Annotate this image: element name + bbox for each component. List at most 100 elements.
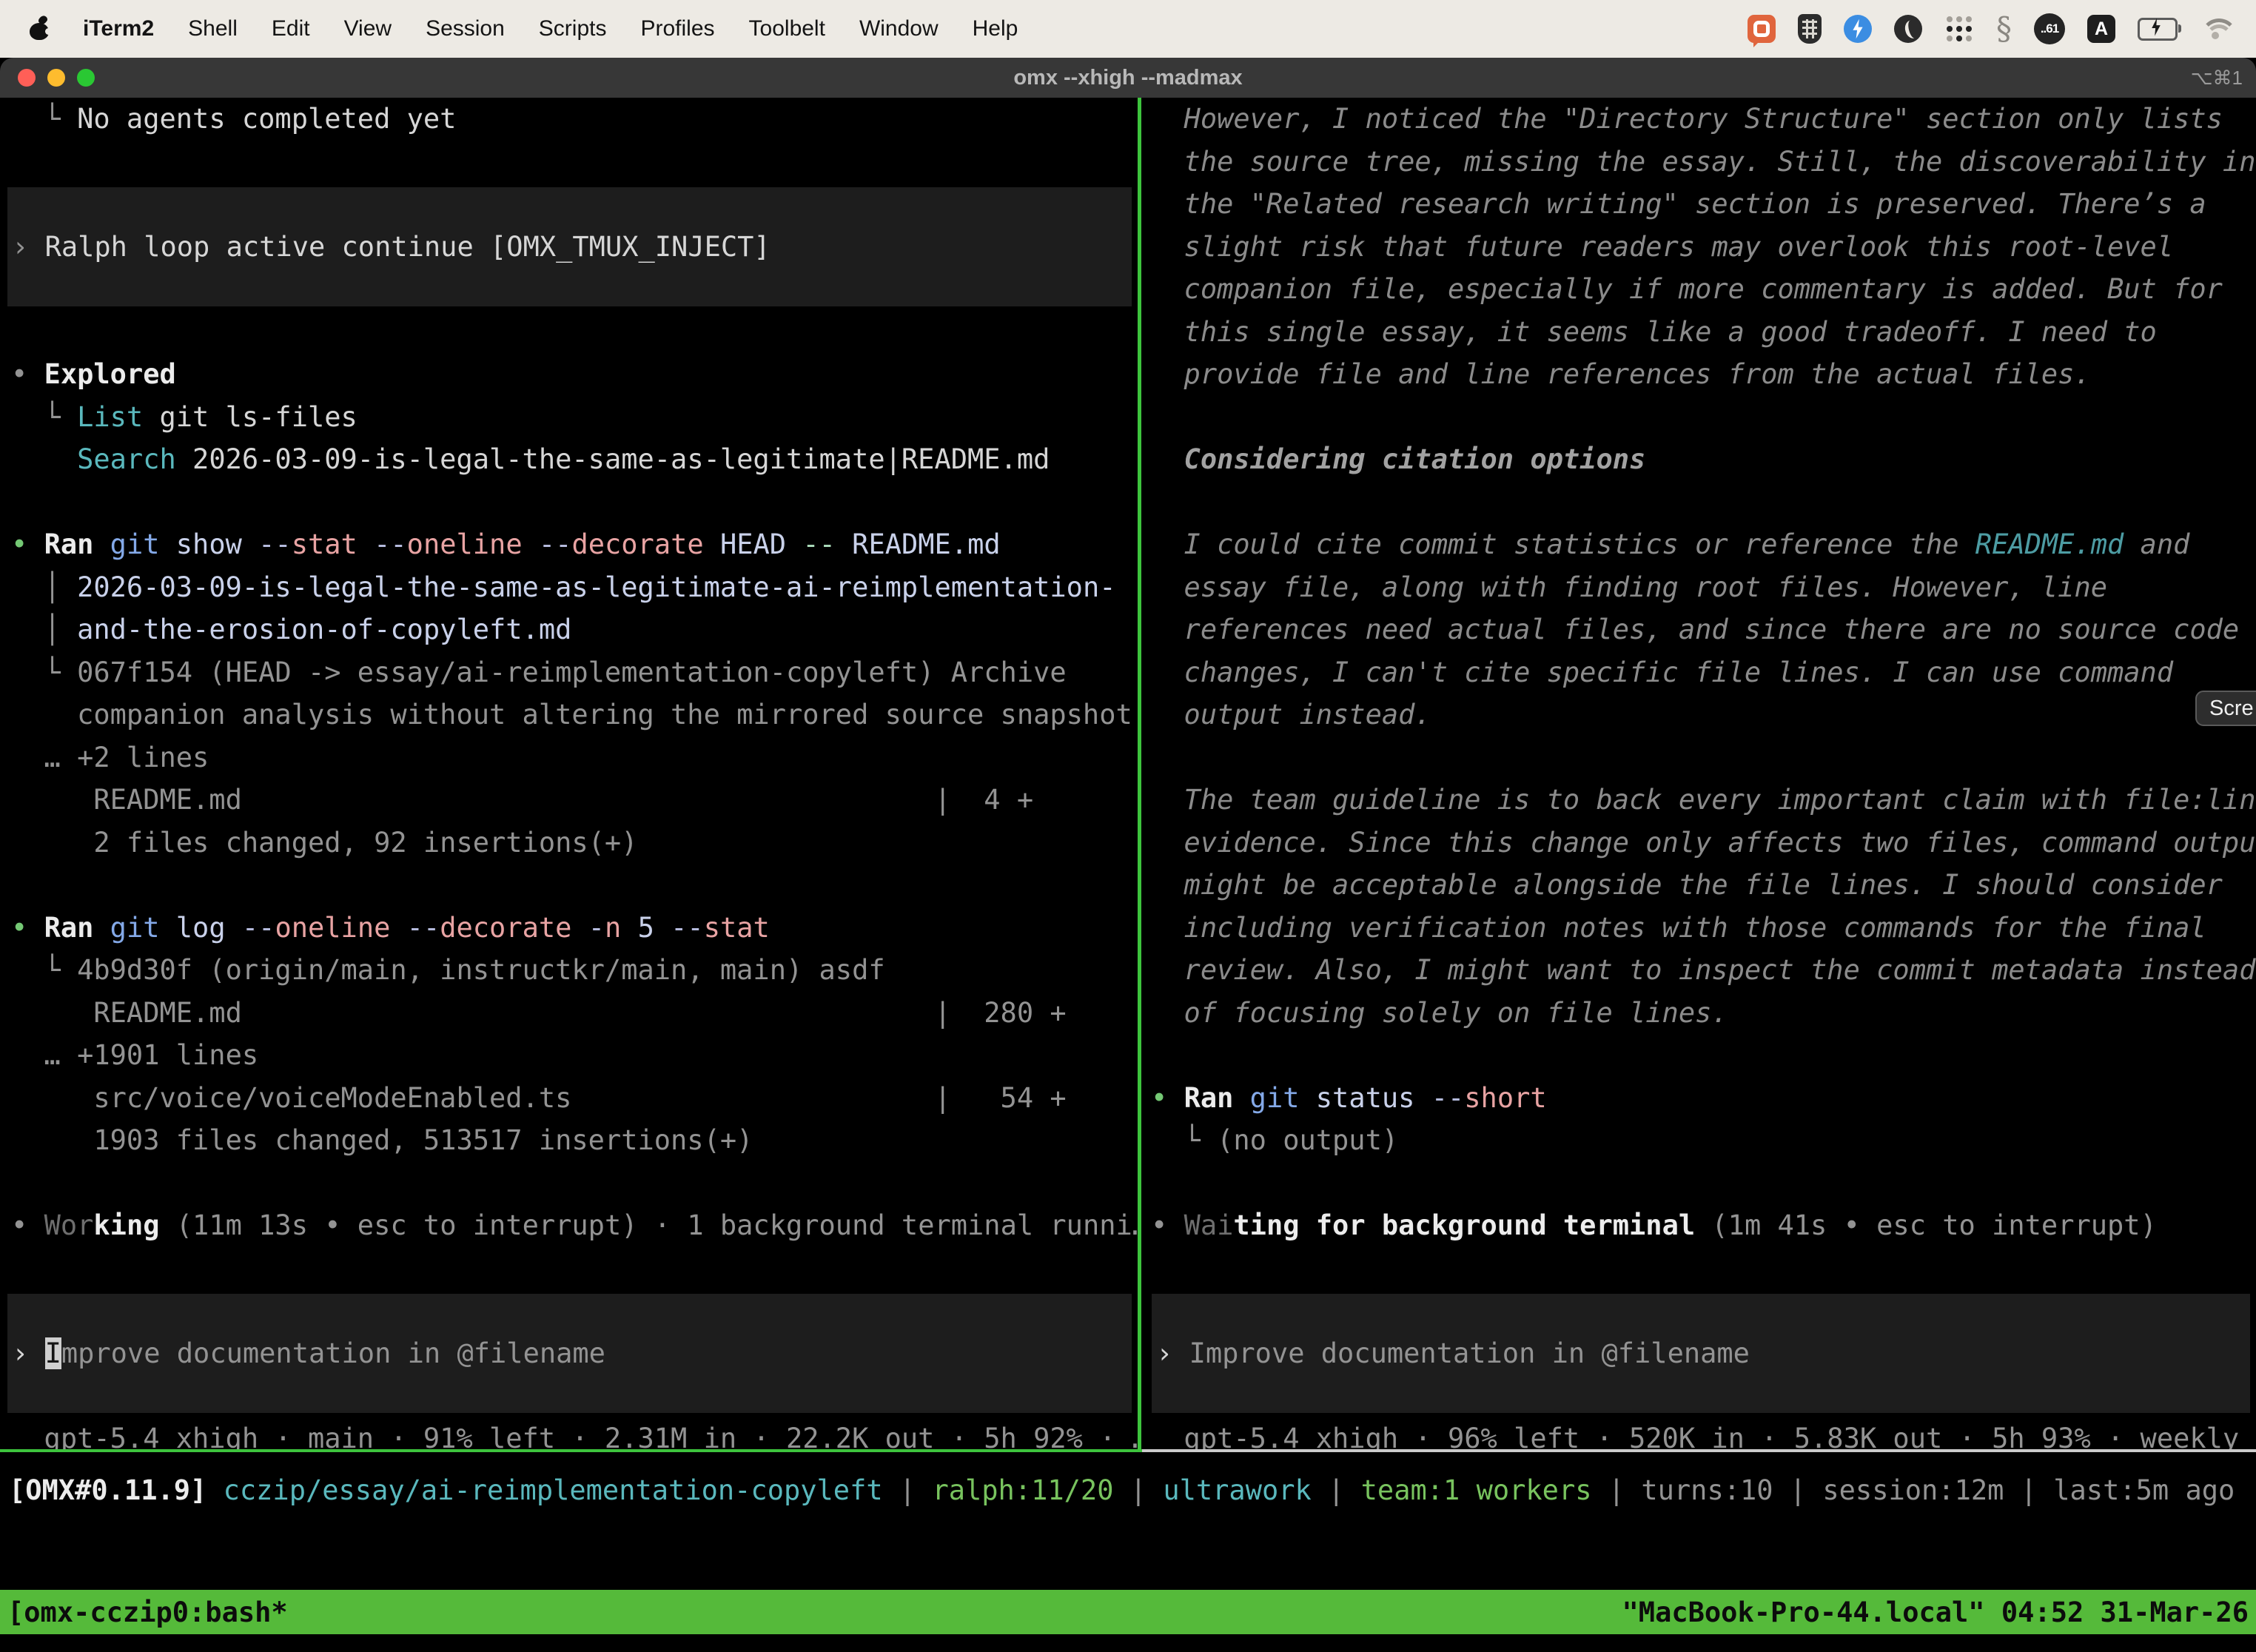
prompt-input[interactable]: › Improve documentation in @filename xyxy=(7,1294,1132,1413)
terminal-line: references need actual files, and since … xyxy=(1144,608,2256,651)
terminal-content: └ No agents completed yet › Ralph loop ac… xyxy=(0,98,2256,1449)
terminal-line: gpt-5.4 xhigh · main · 91% left · 2.31M … xyxy=(0,1417,1138,1450)
menu-item-view[interactable]: View xyxy=(344,16,392,41)
input-box-text: › Ralph loop active continue [OMX_TMUX_I… xyxy=(7,226,771,269)
terminal-line: │ 2026-03-09-is-legal-the-same-as-legiti… xyxy=(0,566,1138,609)
terminal-line: • Ran git log --oneline --decorate -n 5 … xyxy=(0,907,1138,950)
terminal-line: Considering citation options xyxy=(1144,438,2256,481)
terminal-line: Search 2026-03-09-is-legal-the-same-as-l… xyxy=(0,438,1138,481)
menu-item-session[interactable]: Session xyxy=(426,16,505,41)
menu-item-help[interactable]: Help xyxy=(973,16,1018,41)
terminal-line: 2 files changed, 92 insertions(+) xyxy=(0,822,1138,864)
terminal-line xyxy=(0,311,1138,354)
terminal-line: README.md | 4 + xyxy=(0,779,1138,822)
terminal-line: … +2 lines xyxy=(0,736,1138,779)
terminal-line: src/voice/voiceModeEnabled.ts | 54 + xyxy=(0,1077,1138,1120)
terminal-line xyxy=(0,141,1138,184)
wifi-icon[interactable] xyxy=(2200,17,2231,41)
apple-menu-icon[interactable] xyxy=(30,18,49,40)
active-pane-bottom-border xyxy=(0,1449,1142,1452)
terminal-line: gpt-5.4 xhigh · 96% left · 520K in · 5.8… xyxy=(1144,1417,2256,1450)
terminal-line: However, I noticed the "Directory Struct… xyxy=(1144,98,2256,141)
tmux-pane-left[interactable]: └ No agents completed yet › Ralph loop ac… xyxy=(0,98,1138,1449)
inactive-pane-bottom-border xyxy=(1142,1449,2256,1452)
menu-item-toolbelt[interactable]: Toolbelt xyxy=(749,16,825,41)
menu-item-scripts[interactable]: Scripts xyxy=(539,16,607,41)
terminal-line: of focusing solely on file lines. xyxy=(1144,992,2256,1035)
terminal-line xyxy=(0,1162,1138,1205)
terminal-line xyxy=(1144,1034,2256,1077)
pane-divider[interactable] xyxy=(1138,98,1141,1449)
menu-item-profiles[interactable]: Profiles xyxy=(640,16,714,41)
terminal-line: changes, I can't cite specific file line… xyxy=(1144,651,2256,694)
terminal-line: might be acceptable alongside the file l… xyxy=(1144,864,2256,907)
chat-bubble-icon[interactable] xyxy=(1748,15,1776,43)
terminal-line: evidence. Since this change only affects… xyxy=(1144,822,2256,864)
window-title-bar: omx --xhigh --madmax ⌥⌘1 xyxy=(0,58,2256,98)
terminal-line: 1903 files changed, 513517 insertions(+) xyxy=(0,1119,1138,1162)
terminal-line: companion file, especially if more comme… xyxy=(1144,268,2256,311)
terminal-line: review. Also, I might want to inspect th… xyxy=(1144,949,2256,992)
terminal-line xyxy=(1144,1162,2256,1205)
terminal-line: … +1901 lines xyxy=(0,1034,1138,1077)
terminal-line: • Working (11m 13s • esc to interrupt) ·… xyxy=(0,1204,1138,1247)
menu-item-iterm2[interactable]: iTerm2 xyxy=(83,16,154,41)
terminal-line: provide file and line references from th… xyxy=(1144,353,2256,396)
menu-items: iTerm2 Shell Edit View Session Scripts Profile… xyxy=(83,16,1018,41)
terminal-line xyxy=(0,864,1138,907)
screen-share-overlay-button[interactable]: Scre xyxy=(2195,691,2256,726)
terminal-line: The team guideline is to back every impo… xyxy=(1144,779,2256,822)
tmux-host-clock: "MacBook-Pro-44.local" 04:52 31-Mar-26 xyxy=(1622,1596,2249,1628)
terminal-line: • Waiting for background terminal (1m 41… xyxy=(1144,1204,2256,1247)
pie-circle-icon[interactable] xyxy=(1894,15,1922,43)
terminal-line: README.md | 280 + xyxy=(0,992,1138,1035)
terminal-line: the source tree, missing the essay. Stil… xyxy=(1144,141,2256,184)
tmux-status-bar: [omx-cczip0:bash* "MacBook-Pro-44.local"… xyxy=(0,1590,2256,1634)
menu-item-edit[interactable]: Edit xyxy=(272,16,310,41)
terminal-line: └ 067f154 (HEAD -> essay/ai-reimplementa… xyxy=(0,651,1138,694)
menu-item-window[interactable]: Window xyxy=(859,16,939,41)
terminal-line: └ (no output) xyxy=(1144,1119,2256,1162)
terminal-line: └ 4b9d30f (origin/main, instructkr/main,… xyxy=(0,949,1138,992)
battery-charging-icon[interactable] xyxy=(2138,18,2178,41)
terminal-line: • Ran git status --short xyxy=(1144,1077,2256,1120)
menu-item-shell[interactable]: Shell xyxy=(188,16,238,41)
terminal-line: this single essay, it seems like a good … xyxy=(1144,311,2256,354)
terminal-line: including verification notes with those … xyxy=(1144,907,2256,950)
terminal-line: • Explored xyxy=(0,353,1138,396)
terminal-line: output instead. xyxy=(1144,694,2256,736)
tmux-pane-right[interactable]: However, I noticed the "Directory Struct… xyxy=(1144,98,2256,1449)
terminal-line: • Ran git show --stat --oneline --decora… xyxy=(0,523,1138,566)
input-box-text: › Improve documentation in @filename xyxy=(7,1332,605,1375)
terminal-line: companion analysis without altering the … xyxy=(0,694,1138,736)
terminal-line: └ No agents completed yet xyxy=(0,98,1138,141)
terminal-line xyxy=(1144,736,2256,779)
terminal-line: slight risk that future readers may over… xyxy=(1144,226,2256,269)
input-box-text: › Improve documentation in @filename xyxy=(1152,1332,1750,1375)
screen-tooltip-label: Scre xyxy=(2209,696,2254,721)
window-shortcut-badge: ⌥⌘1 xyxy=(2191,67,2243,90)
terminal-line: the "Related research writing" section i… xyxy=(1144,183,2256,226)
tmux-session-label: [omx-cczip0:bash* xyxy=(7,1596,288,1628)
badge-61-icon[interactable]: ..61 xyxy=(2034,13,2065,44)
dots-grid-icon[interactable] xyxy=(1944,14,1974,44)
terminal-line xyxy=(0,481,1138,524)
menu-bar-status-icons: § ..61 A xyxy=(1748,13,2256,44)
menu-bar: iTerm2 Shell Edit View Session Scripts Profile… xyxy=(0,0,2256,58)
terminal-line xyxy=(1144,481,2256,524)
terminal-line xyxy=(1144,1247,2256,1290)
prompt-input[interactable]: › Improve documentation in @filename xyxy=(1152,1294,2250,1413)
ralph-loop-banner[interactable]: › Ralph loop active continue [OMX_TMUX_I… xyxy=(7,187,1132,306)
squiggle-icon[interactable]: § xyxy=(1996,14,2012,44)
terminal-line xyxy=(1144,396,2256,439)
terminal-line xyxy=(0,1247,1138,1290)
window-title: omx --xhigh --madmax xyxy=(0,66,2256,90)
bolt-circle-icon[interactable] xyxy=(1844,15,1872,43)
terminal-line: │ and-the-erosion-of-copyleft.md xyxy=(0,608,1138,651)
omx-status-line: [OMX#0.11.9] cczip/essay/ai-reimplementa… xyxy=(9,1469,2235,1512)
terminal-line: └ List git ls-files xyxy=(0,396,1138,439)
keyboard-layout-icon[interactable]: A xyxy=(2087,15,2115,43)
terminal-line: essay file, along with finding root file… xyxy=(1144,566,2256,609)
terminal-line: I could cite commit statistics or refere… xyxy=(1144,523,2256,566)
shield-grid-icon[interactable] xyxy=(1798,14,1822,44)
